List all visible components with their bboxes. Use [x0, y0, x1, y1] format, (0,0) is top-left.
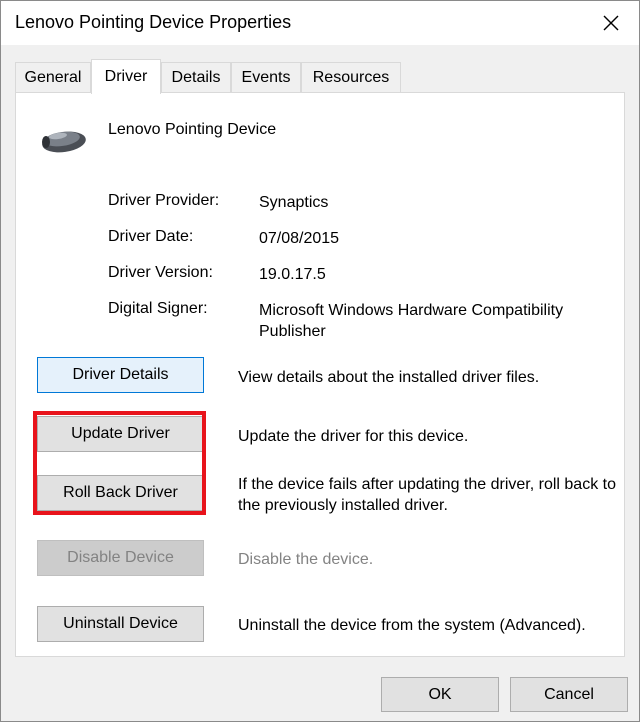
properties-dialog: Lenovo Pointing Device Properties Genera… [0, 0, 640, 722]
tab-resources[interactable]: Resources [301, 62, 401, 93]
ok-button[interactable]: OK [381, 677, 499, 712]
roll-back-driver-description: If the device fails after updating the d… [238, 476, 616, 514]
tab-events[interactable]: Events [231, 62, 301, 93]
update-driver-description: Update the driver for this device. [238, 428, 469, 445]
tab-general[interactable]: General [15, 62, 91, 93]
driver-version-value: 19.0.17.5 [259, 266, 326, 283]
uninstall-device-button[interactable]: Uninstall Device [37, 606, 204, 642]
roll-back-driver-button[interactable]: Roll Back Driver [37, 475, 204, 511]
close-icon [603, 15, 619, 31]
update-driver-button[interactable]: Update Driver [37, 416, 204, 452]
digital-signer-label: Digital Signer: [108, 300, 208, 317]
tab-details[interactable]: Details [161, 62, 231, 93]
device-name: Lenovo Pointing Device [108, 121, 277, 138]
driver-details-button[interactable]: Driver Details [37, 357, 204, 393]
mouse-device-icon [42, 131, 86, 153]
driver-details-description: View details about the installed driver … [238, 369, 540, 386]
driver-version-label: Driver Version: [108, 264, 213, 281]
digital-signer-value: Microsoft Windows Hardware Compatibility… [259, 302, 564, 340]
tab-driver[interactable]: Driver [91, 59, 161, 94]
driver-date-value: 07/08/2015 [259, 230, 340, 247]
driver-provider-label: Driver Provider: [108, 192, 220, 209]
close-button[interactable] [583, 1, 639, 45]
uninstall-device-description: Uninstall the device from the system (Ad… [238, 617, 586, 634]
title-bar: Lenovo Pointing Device Properties [1, 1, 639, 45]
driver-provider-value: Synaptics [259, 194, 329, 211]
driver-tab-panel: Lenovo Pointing Device Driver Provider: … [15, 92, 625, 657]
tab-strip: General Driver Details Events Resources [15, 59, 625, 94]
disable-device-button: Disable Device [37, 540, 204, 576]
disable-device-description: Disable the device. [238, 551, 374, 568]
driver-date-label: Driver Date: [108, 228, 194, 245]
cancel-button[interactable]: Cancel [510, 677, 628, 712]
window-title: Lenovo Pointing Device Properties [15, 12, 292, 32]
